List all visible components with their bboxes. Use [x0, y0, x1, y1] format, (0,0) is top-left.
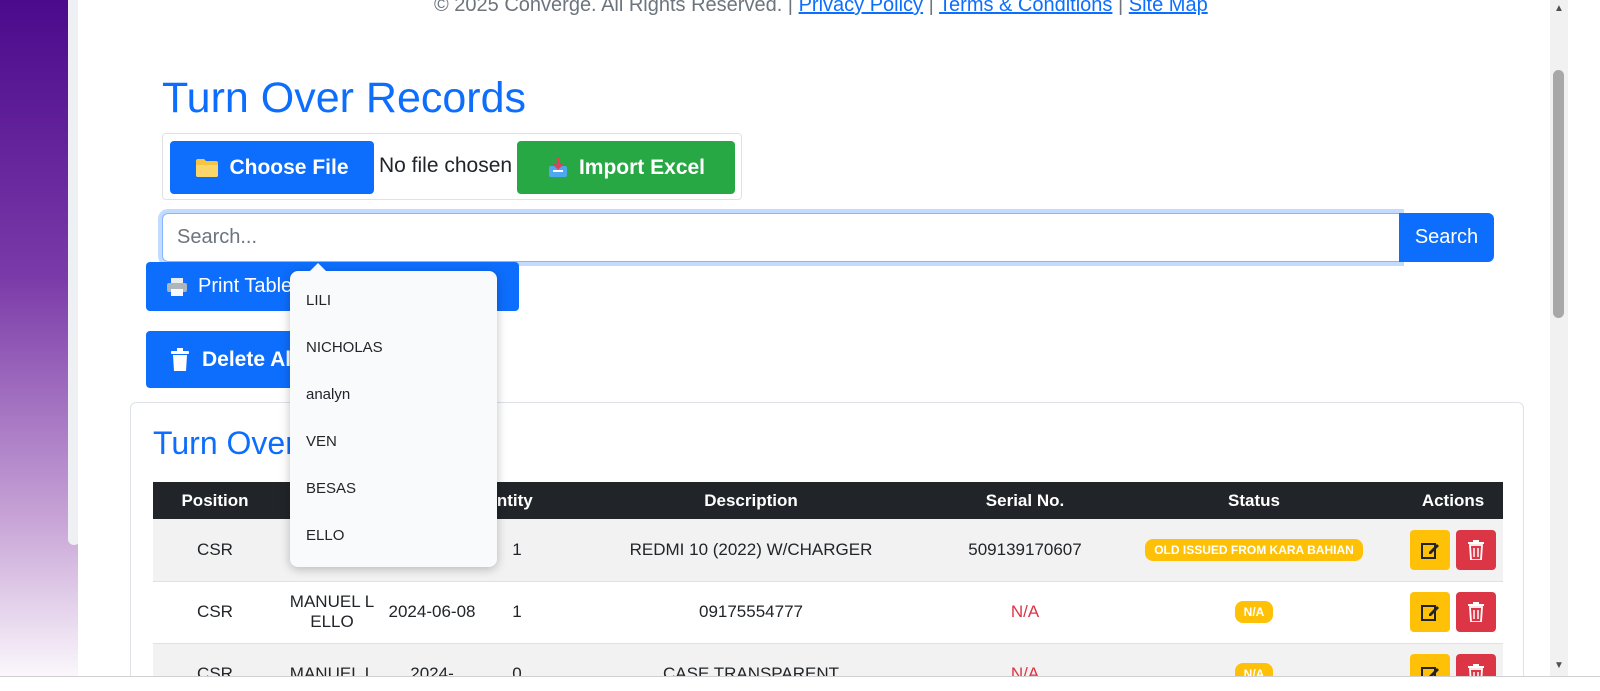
column-header: Description — [557, 482, 945, 519]
suggestion-item[interactable]: analyn — [306, 386, 350, 403]
delete-row-button[interactable] — [1456, 529, 1496, 570]
footer-separator: | — [1118, 0, 1124, 16]
privacy-policy-link[interactable]: Privacy Policy — [799, 0, 923, 16]
search-button[interactable]: Search — [1399, 213, 1494, 262]
card-title: Turn Over — [153, 425, 296, 461]
scroll-up-arrow-icon[interactable]: ▲ — [1554, 3, 1564, 14]
edit-button[interactable] — [1410, 592, 1450, 632]
search-input[interactable] — [162, 213, 1400, 262]
column-header: Actions — [1403, 482, 1503, 519]
no-file-text: No file chosen — [379, 154, 513, 177]
suggestion-item[interactable]: ELLO — [306, 527, 344, 544]
suggestion-item[interactable]: VEN — [306, 433, 337, 450]
search-suggestions-dropdown: LILI NICHOLAS analyn VEN BESAS ELLO — [290, 263, 497, 567]
import-icon — [548, 157, 567, 177]
cell-date: 2024-06-08 — [387, 581, 477, 644]
choose-file-label: Choose File — [229, 155, 349, 179]
printer-icon — [167, 277, 187, 296]
edit-icon — [1421, 605, 1439, 621]
trash-icon — [1468, 602, 1484, 622]
cell-status: OLD ISSUED FROM KARA BAHIAN — [1105, 519, 1403, 582]
page-title: Turn Over Records — [162, 74, 527, 122]
bottom-edge — [0, 676, 1600, 691]
cell-position: CSR — [153, 581, 277, 644]
copyright-text: © 2025 Converge. All Rights Reserved. | — [434, 0, 794, 16]
cell-serial: 509139170607 — [945, 519, 1105, 582]
cell-name: MANUEL L ELLO — [277, 581, 387, 644]
cell-serial: N/A — [945, 581, 1105, 644]
delete-row-button[interactable] — [1456, 592, 1496, 632]
suggestion-item[interactable]: LILI — [306, 292, 331, 309]
trash-icon — [171, 347, 189, 371]
terms-link[interactable]: Terms & Conditions — [939, 0, 1112, 16]
import-excel-label: Import Excel — [578, 155, 706, 179]
edit-icon — [1421, 542, 1439, 559]
footer: © 2025 Converge. All Rights Reserved. | … — [434, 0, 1208, 17]
suggestion-item[interactable]: NICHOLAS — [306, 339, 383, 356]
print-table-label: Print Table — [198, 275, 293, 297]
scrollbar-thumb[interactable] — [1553, 70, 1564, 318]
edit-button[interactable] — [1410, 529, 1450, 570]
trash-icon — [1468, 539, 1484, 560]
cell-actions — [1403, 581, 1503, 644]
import-excel-button[interactable]: Import Excel — [517, 141, 735, 194]
cell-status: N/A — [1105, 581, 1403, 644]
page-scrollbar[interactable]: ▲ ▼ — [1550, 0, 1568, 676]
folder-icon — [196, 158, 219, 177]
table-row: CSR MANUEL L ELLO 2024-06-08 1 091755547… — [153, 581, 1503, 644]
cell-quantity: 1 — [477, 581, 557, 644]
status-badge: OLD ISSUED FROM KARA BAHIAN — [1145, 538, 1363, 561]
cell-actions — [1403, 519, 1503, 582]
column-header: Position — [153, 482, 277, 519]
cell-description: REDMI 10 (2022) W/CHARGER — [557, 519, 945, 582]
import-form: Choose File No file chosen Import Excel — [162, 133, 742, 200]
column-header: Serial No. — [945, 482, 1105, 519]
suggestion-item[interactable]: BESAS — [306, 480, 356, 497]
site-map-link[interactable]: Site Map — [1129, 0, 1208, 16]
column-header: Status — [1105, 482, 1403, 519]
scroll-down-arrow-icon[interactable]: ▼ — [1554, 660, 1564, 671]
choose-file-button[interactable]: Choose File — [170, 141, 374, 194]
delete-all-label: Delete Al — [202, 347, 292, 371]
status-badge: N/A — [1234, 601, 1274, 623]
cell-description: 09175554777 — [557, 581, 945, 644]
footer-separator: | — [928, 0, 934, 16]
cell-position: CSR — [153, 519, 277, 582]
